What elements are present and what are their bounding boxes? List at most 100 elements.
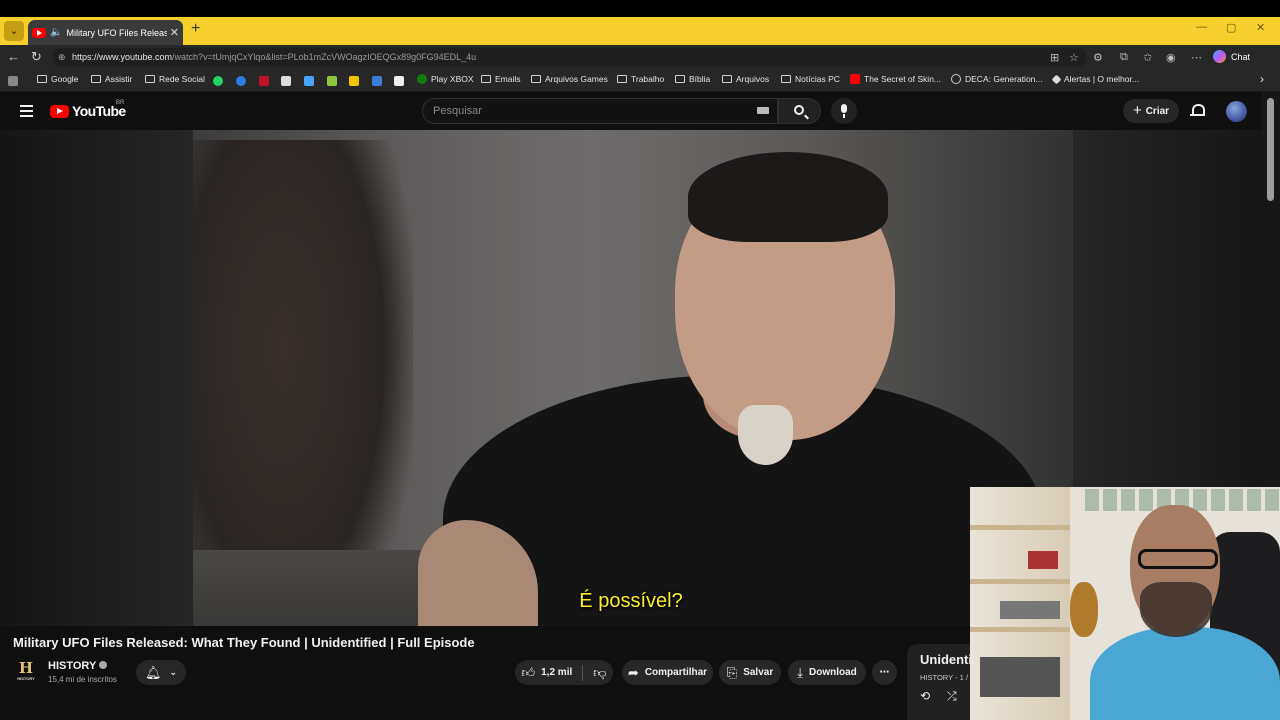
- bookmark-label: Assistir: [105, 74, 133, 84]
- bookmark-play-xbox[interactable]: Play XBOX: [417, 74, 474, 84]
- url-field[interactable]: ⊕ https://www.youtube.com/watch?v=tUmjqC…: [52, 48, 1087, 67]
- keyboard-icon[interactable]: [757, 107, 769, 114]
- split-screen-icon[interactable]: ⧉: [1120, 51, 1128, 64]
- address-bar-row: ← ↻ ⊕ https://www.youtube.com/watch?v=tU…: [0, 45, 1280, 70]
- new-tab-icon[interactable]: +: [191, 20, 200, 38]
- close-window-icon[interactable]: ✕: [1256, 21, 1265, 34]
- create-button[interactable]: + Criar: [1123, 99, 1179, 123]
- more-bookmarks-icon[interactable]: ›: [1260, 72, 1264, 86]
- bookmark-label: Bíblia: [689, 74, 711, 84]
- playlist-title[interactable]: Unidentified: [920, 652, 977, 667]
- bookmark-label: Arquivos Games: [545, 74, 608, 84]
- minimize-icon[interactable]: —: [1196, 21, 1207, 33]
- app-available-icon[interactable]: ⊞: [1050, 51, 1059, 64]
- url-host: https://www.youtube.com: [72, 52, 173, 62]
- shelf-board: [970, 627, 1070, 632]
- notifications-bell-icon[interactable]: [1190, 103, 1205, 116]
- more-options-icon[interactable]: ⋯: [1191, 51, 1202, 64]
- subscription-bell-button[interactable]: 🔔︎ ⌄: [136, 660, 186, 685]
- url-path: /watch?v=tUmjqCxYlqo&list=PLob1mZcVWOagz…: [172, 52, 477, 62]
- app-bookmark-icon[interactable]: [349, 76, 359, 86]
- folder-icon: [781, 75, 791, 83]
- bookmark-trabalho[interactable]: Trabalho: [617, 74, 664, 84]
- playlist-panel: Unidentified HISTORY - 1 / ⟲ ⤮: [907, 644, 977, 720]
- bookmark-biblia[interactable]: Bíblia: [675, 74, 710, 84]
- favorites-icon[interactable]: ✩: [1143, 51, 1152, 64]
- globe-icon: [951, 74, 961, 84]
- app-bookmark-icon[interactable]: [236, 76, 246, 86]
- loop-icon[interactable]: ⟲: [920, 689, 930, 703]
- search-button[interactable]: [778, 98, 821, 124]
- folder-icon: [37, 75, 47, 83]
- avatar[interactable]: [1226, 101, 1247, 122]
- books-shape: [1028, 551, 1058, 569]
- refresh-icon[interactable]: ↻: [31, 49, 42, 65]
- shelf-board: [970, 579, 1070, 584]
- thumbs-up-icon: 👍︎: [521, 664, 536, 680]
- bookmark-label: Notícias PC: [795, 74, 840, 84]
- bookmark-alertas[interactable]: Alertas | O melhor...: [1051, 74, 1139, 84]
- back-icon[interactable]: ←: [7, 49, 20, 64]
- bookmark-assistir[interactable]: Assistir: [91, 74, 132, 84]
- bookmark-arquivos[interactable]: Arquivos: [722, 74, 769, 84]
- bookmark-emails[interactable]: Emails: [481, 74, 521, 84]
- bookmark-rede-social[interactable]: Rede Social: [145, 74, 205, 84]
- reading-list-icon[interactable]: [8, 76, 18, 86]
- search-input[interactable]: [423, 99, 723, 123]
- share-icon: ➦: [627, 664, 639, 680]
- more-actions-button[interactable]: ⋯: [872, 660, 897, 685]
- video-frame: [193, 130, 1073, 626]
- hair-shape: [688, 152, 888, 242]
- share-button[interactable]: ➦ Compartilhar: [622, 660, 713, 685]
- maximize-icon[interactable]: ▢: [1226, 21, 1236, 34]
- app-bookmark-icon[interactable]: [394, 76, 404, 86]
- whatsapp-icon[interactable]: [213, 76, 223, 86]
- subscriber-count: 15,4 mi de inscritos: [48, 675, 117, 684]
- share-label: Compartilhar: [644, 667, 708, 678]
- site-info-icon[interactable]: ⊕: [58, 48, 66, 67]
- bookmark-label: Play XBOX: [431, 74, 474, 84]
- youtube-logo[interactable]: YouTube BR: [50, 100, 126, 119]
- menu-icon[interactable]: [20, 105, 33, 120]
- webcam-person-beard: [1140, 582, 1212, 637]
- like-button[interactable]: 👍︎ 1,2 mil: [522, 665, 573, 681]
- country-code: BR: [116, 100, 125, 106]
- voice-search-icon[interactable]: [831, 98, 857, 124]
- shuffle-icon[interactable]: ⤮: [947, 689, 957, 704]
- bookmark-deca[interactable]: DECA: Generation...: [951, 74, 1042, 84]
- speaker-icon[interactable]: 🔈: [50, 27, 62, 38]
- app-bookmark-icon[interactable]: [281, 76, 291, 86]
- close-tab-icon[interactable]: ✕: [170, 26, 179, 39]
- channel-name[interactable]: HISTORY: [48, 660, 108, 672]
- shelf-board: [970, 525, 1070, 530]
- thumbs-down-icon[interactable]: 👎︎: [593, 665, 606, 681]
- channel-logo-caption: HISTORY: [17, 676, 35, 681]
- save-button[interactable]: ⎘ Salvar: [719, 660, 781, 685]
- app-bookmark-icon[interactable]: [372, 76, 382, 86]
- download-button[interactable]: ⤓ Download: [788, 660, 866, 685]
- bookmark-arquivos-games[interactable]: Arquivos Games: [531, 74, 608, 84]
- create-label: Criar: [1145, 105, 1170, 117]
- tab-active[interactable]: 🔈 Military UFO Files Released: W ✕: [28, 20, 183, 45]
- bookmark-google[interactable]: Google: [37, 74, 78, 84]
- scrollbar-thumb[interactable]: [1267, 98, 1274, 201]
- tab-strip: ⌄ 🔈 Military UFO Files Released: W ✕ + —…: [0, 17, 1280, 45]
- bookmark-label: The Secret of Skin...: [864, 74, 942, 84]
- extensions-icon[interactable]: ⚙: [1093, 51, 1103, 64]
- bookmark-secret-of-skin[interactable]: The Secret of Skin...: [850, 74, 941, 84]
- favorite-star-icon[interactable]: ☆: [1069, 51, 1079, 64]
- bookmark-label: Emails: [495, 74, 521, 84]
- bookmark-label: Arquivos: [736, 74, 770, 84]
- app-bookmark-icon[interactable]: [304, 76, 314, 86]
- copilot-chat-button[interactable]: Chat: [1213, 50, 1250, 63]
- app-bookmark-icon[interactable]: [259, 76, 269, 86]
- like-dislike-group: 👍︎ 1,2 mil 👎︎: [515, 660, 613, 685]
- profile-icon[interactable]: ◉: [1166, 51, 1176, 64]
- tab-actions-menu-icon[interactable]: ⌄: [4, 21, 24, 41]
- app-bookmark-icon[interactable]: [327, 76, 337, 86]
- channel-avatar[interactable]: H HISTORY: [15, 660, 37, 682]
- webcam-overlay: [970, 487, 1280, 720]
- bookmark-noticias-pc[interactable]: Notícias PC: [781, 74, 840, 84]
- chat-label: Chat: [1231, 51, 1251, 62]
- folder-icon: [722, 75, 732, 83]
